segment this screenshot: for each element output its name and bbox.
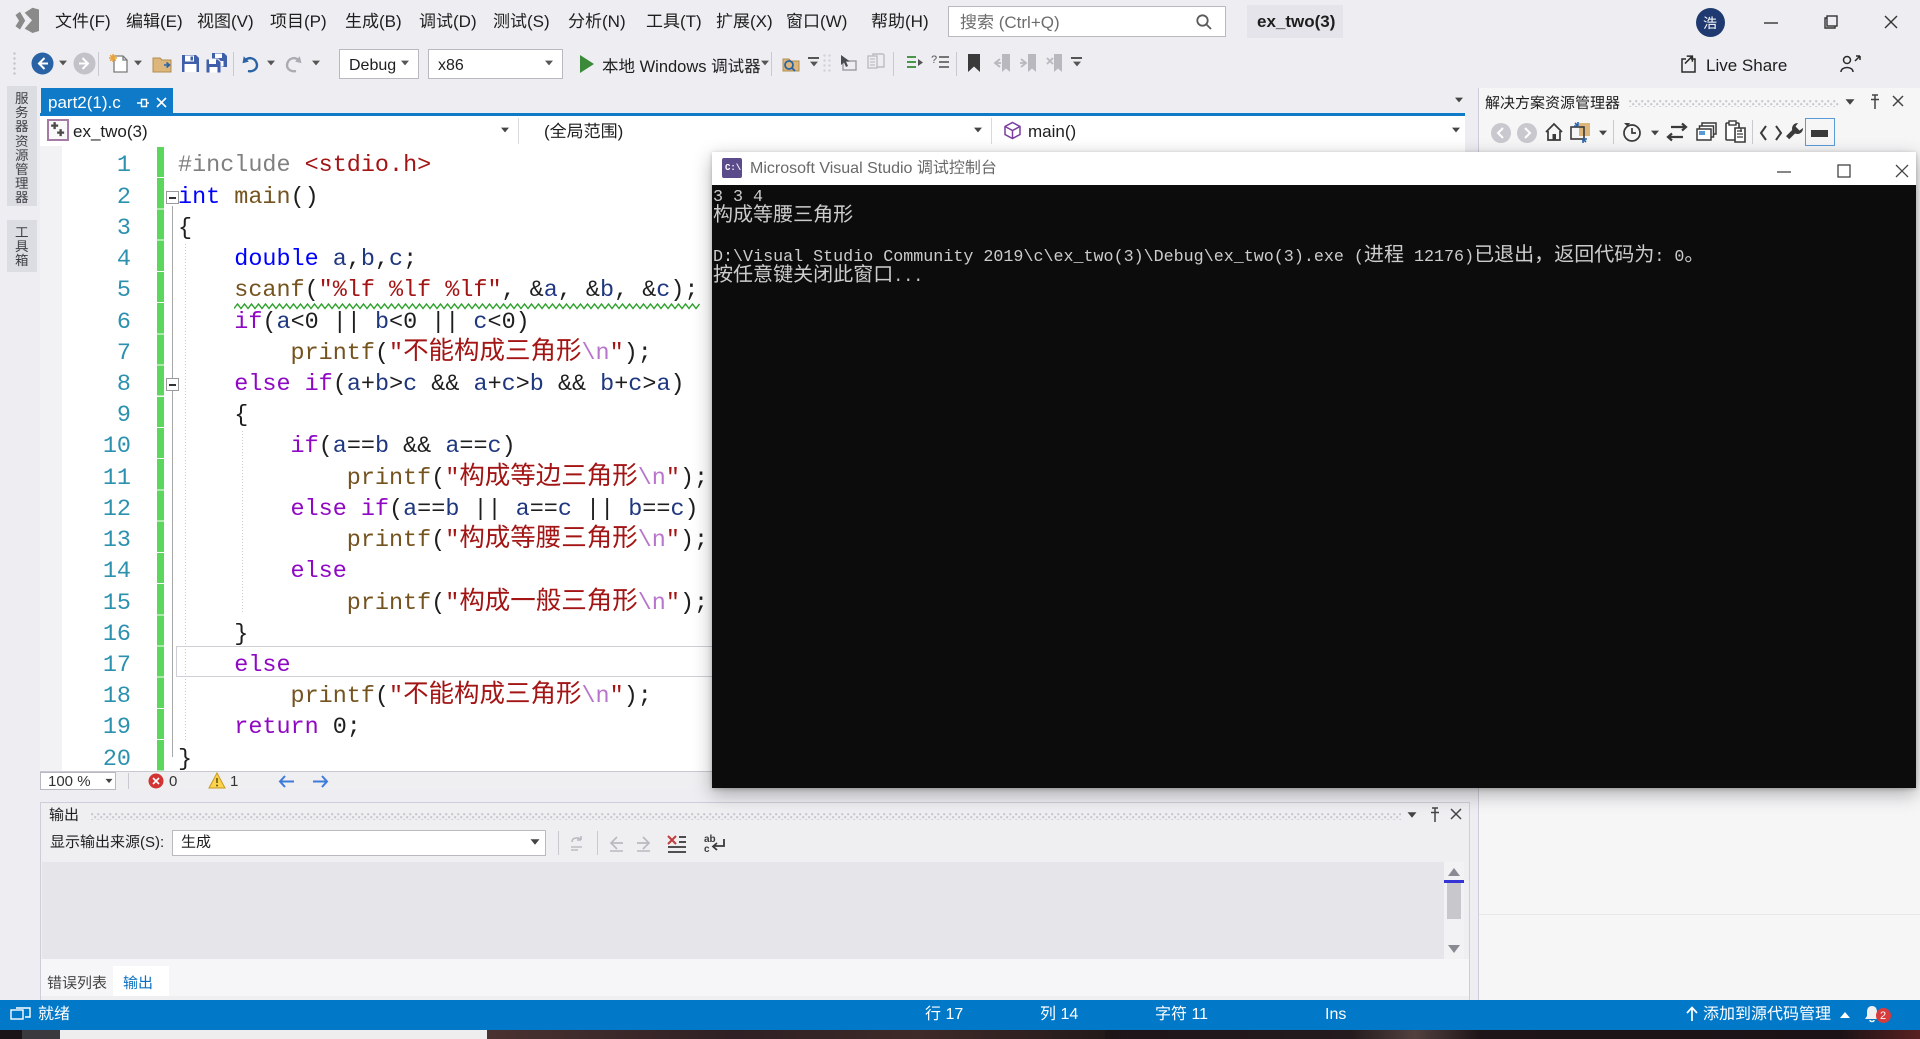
svg-text:?: ?	[931, 54, 937, 66]
svg-text:c: c	[704, 844, 710, 855]
